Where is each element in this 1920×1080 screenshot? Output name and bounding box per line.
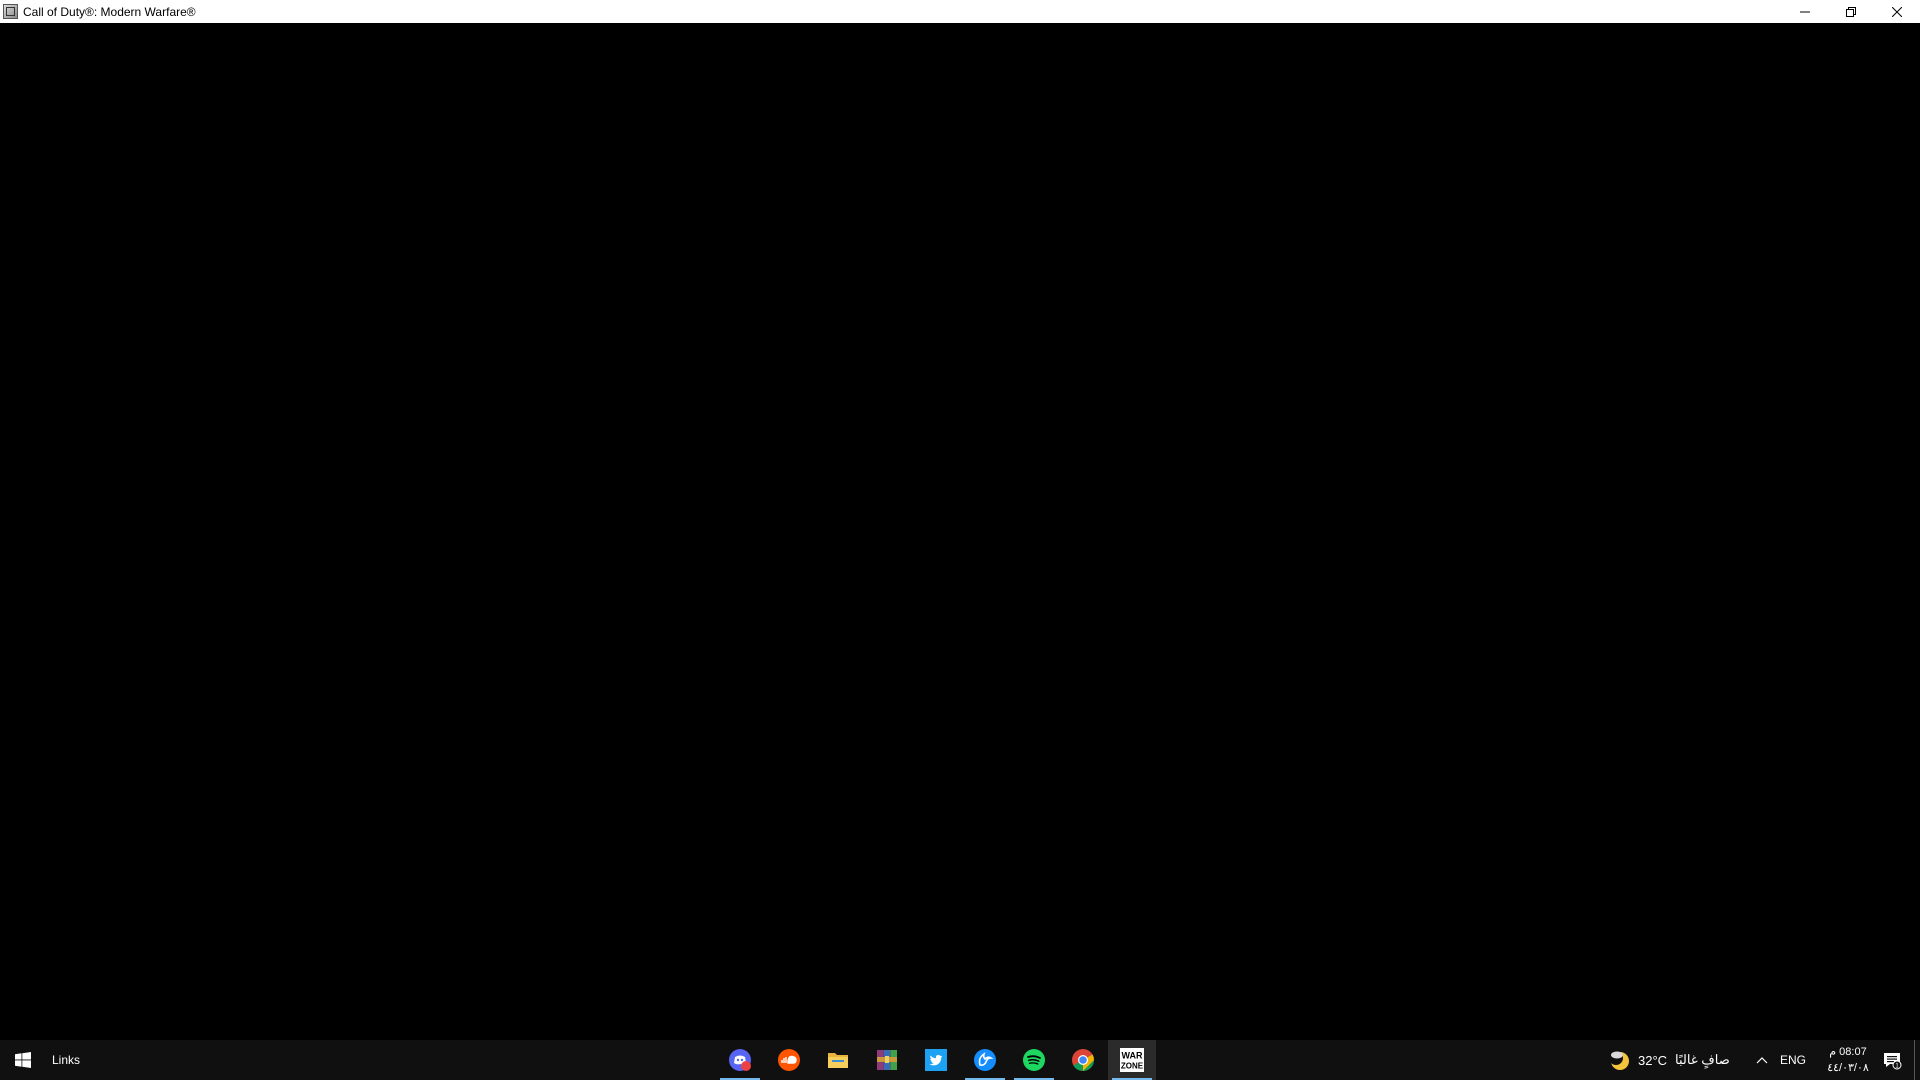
window-controls	[1782, 0, 1920, 23]
chrome-icon	[1072, 1049, 1094, 1071]
taskbar-app-warzone[interactable]: WAR ZONE	[1108, 1040, 1156, 1080]
clock-time: 08:07 م	[1829, 1046, 1867, 1058]
windows-logo-icon	[15, 1052, 31, 1068]
twitter-icon	[925, 1049, 947, 1071]
svg-text:WAR: WAR	[1122, 1051, 1143, 1061]
title-bar[interactable]: Call of Duty®: Modern Warfare®	[0, 0, 1920, 23]
close-icon	[1892, 6, 1902, 17]
taskbar-app-file-explorer[interactable]	[814, 1040, 862, 1080]
winrar-icon	[877, 1050, 897, 1070]
chevron-up-icon	[1756, 1057, 1768, 1064]
notification-icon: 1	[1884, 1053, 1902, 1070]
taskbar-app-chrome[interactable]	[1059, 1040, 1107, 1080]
moon-cloud-icon	[1609, 1051, 1629, 1070]
minimize-button[interactable]	[1782, 0, 1828, 23]
show-hidden-icons-button[interactable]	[1752, 1040, 1772, 1080]
show-desktop-button[interactable]	[1914, 1040, 1920, 1080]
battlenet-icon	[974, 1049, 996, 1071]
taskbar-app-spotify[interactable]	[1010, 1040, 1058, 1080]
warzone-icon: WAR ZONE	[1120, 1048, 1144, 1072]
folder-icon	[828, 1053, 848, 1068]
soundcloud-icon	[778, 1049, 800, 1071]
taskbar-app-twitter[interactable]	[912, 1040, 960, 1080]
clock-date: ٤٤/٠٣/٠٨	[1827, 1062, 1869, 1074]
start-button[interactable]	[0, 1040, 46, 1080]
weather-temperature: 32°C	[1638, 1052, 1668, 1068]
spotify-icon	[1023, 1049, 1045, 1071]
game-window-icon[interactable]	[3, 4, 18, 19]
taskbar-app-soundcloud[interactable]	[765, 1040, 813, 1080]
discord-icon	[729, 1049, 751, 1071]
minimize-icon	[1800, 11, 1810, 12]
taskbar: Links WAR ZONE 32°C صافٍ غالبًا ENG 08:0…	[0, 1040, 1920, 1080]
taskbar-app-battlenet[interactable]	[961, 1040, 1009, 1080]
weather-widget[interactable]: 32°C صافٍ غالبًا	[1608, 1040, 1730, 1080]
restore-button[interactable]	[1828, 0, 1874, 23]
svg-text:ZONE: ZONE	[1121, 1062, 1144, 1071]
taskbar-apps: WAR ZONE	[716, 1040, 1157, 1080]
action-center-button[interactable]: 1	[1872, 1040, 1912, 1080]
taskbar-app-discord[interactable]	[716, 1040, 764, 1080]
taskbar-app-winrar[interactable]	[863, 1040, 911, 1080]
restore-icon	[1846, 6, 1856, 17]
close-button[interactable]	[1874, 0, 1920, 23]
game-viewport[interactable]	[0, 23, 1920, 1040]
game-window: Call of Duty®: Modern Warfare®	[0, 0, 1920, 1040]
links-toolbar[interactable]: Links	[52, 1040, 80, 1080]
input-language-indicator[interactable]: ENG	[1780, 1040, 1806, 1080]
weather-condition: صافٍ غالبًا	[1675, 1052, 1730, 1067]
window-title: Call of Duty®: Modern Warfare®	[23, 4, 196, 19]
